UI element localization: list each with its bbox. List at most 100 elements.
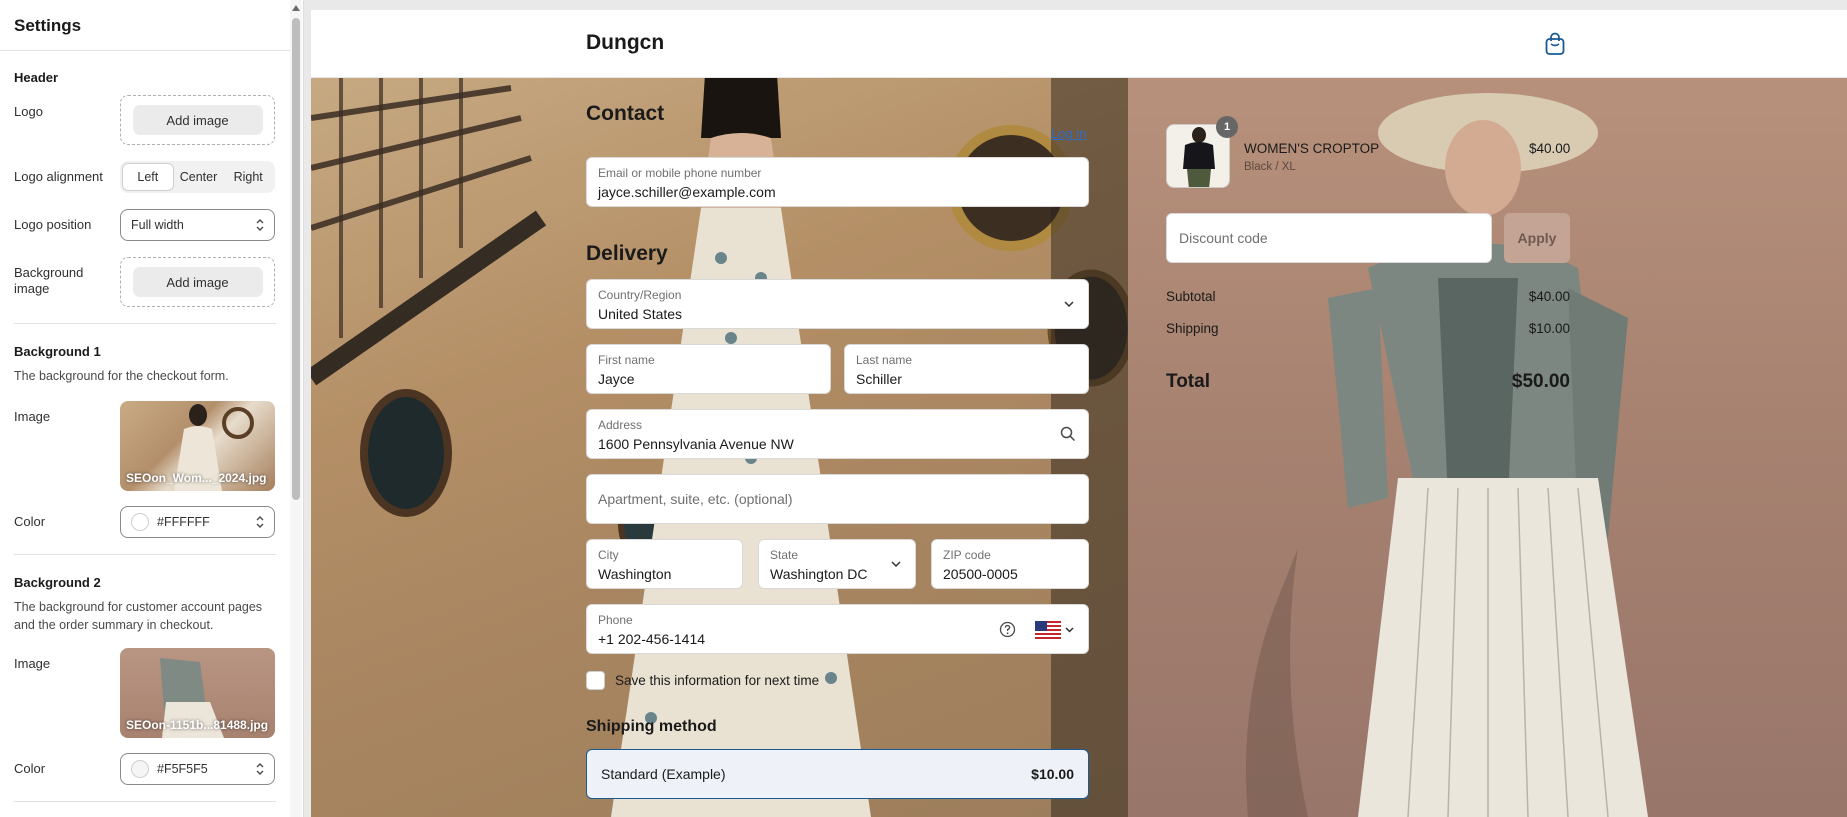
zip-label: ZIP code [943,548,991,562]
color-swatch [131,760,149,778]
divider [14,801,276,802]
last-name-field[interactable]: Last name Schiller [844,344,1089,394]
save-info-label[interactable]: Save this information for next time [615,673,819,688]
last-name-label: Last name [856,353,913,367]
alignment-left-option[interactable]: Left [122,163,174,191]
divider [0,50,290,51]
background-2-color-value: #F5F5F5 [157,762,208,776]
background-2-color-select[interactable]: #F5F5F5 [120,753,275,785]
shipping-method-heading: Shipping method [586,718,717,735]
product-variant: Black / XL [1244,161,1296,173]
background-1-color-select[interactable]: #FFFFFF [120,506,275,538]
discount-code-input[interactable]: Discount code [1166,213,1492,263]
preview-top-strip [304,0,1847,10]
background-2-color-label: Color [14,761,46,776]
divider [14,323,276,324]
color-swatch [131,513,149,531]
order-summary-background-image [1128,78,1847,817]
help-circle-icon[interactable] [999,621,1016,638]
state-select[interactable]: State Washington DC [758,539,916,589]
logo-alignment-segmented-control: Left Center Right [120,161,275,193]
chevron-down-icon [1064,301,1074,308]
logo-add-image-button[interactable]: Add image [132,105,263,135]
first-name-field[interactable]: First name Jayce [586,344,831,394]
product-price: $40.00 [1529,141,1571,156]
background-2-description: The background for customer account page… [14,600,263,632]
background-1-image-caption: SEOon_Wom..._2024.jpg [126,471,267,485]
subtotal-value: $40.00 [1528,289,1570,304]
logo-dropzone[interactable]: Add image [120,95,275,145]
logo-position-label: Logo position [14,217,92,232]
city-field[interactable]: City Washington [586,539,743,589]
background-1-title: Background 1 [14,344,101,359]
last-name-value: Schiller [856,371,902,387]
country-value: United States [598,306,683,322]
subtotal-label: Subtotal [1166,289,1216,304]
email-field[interactable]: Email or mobile phone number jayce.schil… [586,157,1089,207]
apartment-field[interactable]: Apartment, suite, etc. (optional) [586,474,1089,524]
us-flag-country-picker-icon[interactable] [1035,621,1075,639]
email-value: jayce.schiller@example.com [598,184,776,200]
logo-alignment-label: Logo alignment [14,169,103,184]
address-field[interactable]: Address 1600 Pennsylvania Avenue NW [586,409,1089,459]
checkout-preview: Dungcn Contact Log in Email or mobile ph… [311,10,1847,817]
login-link[interactable]: Log in [1051,126,1086,141]
header-section-title: Header [14,70,59,85]
sidebar-scrollbar[interactable] [290,0,302,817]
email-label: Email or mobile phone number [598,166,762,180]
city-value: Washington [598,566,672,582]
store-name[interactable]: Dungcn [586,31,664,55]
apartment-placeholder: Apartment, suite, etc. (optional) [598,491,793,507]
settings-title: Settings [14,16,82,35]
select-arrows-icon [256,763,264,775]
shipping-option-standard[interactable]: Standard (Example) $10.00 [586,749,1089,799]
product-name: WOMEN'S CROPTOP [1244,141,1380,156]
background-1-color-label: Color [14,514,46,529]
background-1-description: The background for the checkout form. [14,369,229,383]
background-2-image-caption: SEOon-1151b...81488.jpg [126,718,269,732]
model-photo-icon [1246,93,1648,817]
quantity-badge: 1 [1216,116,1238,138]
zip-field[interactable]: ZIP code 20500-0005 [931,539,1089,589]
country-label: Country/Region [598,288,682,302]
address-label: Address [598,418,643,432]
background-2-image-thumbnail[interactable]: SEOon-1151b...81488.jpg [120,648,275,738]
background-2-image-label: Image [14,656,51,671]
country-select[interactable]: Country/Region United States [586,279,1089,329]
state-value: Washington DC [770,566,868,582]
shipping-value: $10.00 [1528,321,1570,336]
scroll-up-icon[interactable] [292,5,300,11]
delivery-heading: Delivery [586,242,668,265]
apply-discount-button[interactable]: Apply [1504,213,1570,263]
background-add-image-button[interactable]: Add image [132,267,263,297]
total-label: Total [1166,371,1210,392]
phone-value: +1 202-456-1414 [598,631,706,647]
background-1-image-thumbnail[interactable]: SEOon_Wom..._2024.jpg [120,401,275,491]
shipping-option-price: $10.00 [1031,766,1074,782]
settings-sidebar: Settings Header Logo Add image Logo alig… [0,0,304,817]
address-value: 1600 Pennsylvania Avenue NW [598,436,794,452]
background-1-color-value: #FFFFFF [157,515,210,529]
select-arrows-icon [256,516,264,528]
alignment-right-option[interactable]: Right [223,163,273,191]
search-icon[interactable] [1060,426,1076,442]
logo-label: Logo [14,104,43,119]
select-arrows-icon [256,219,264,231]
phone-label: Phone [598,613,633,627]
logo-position-select[interactable]: Full width [120,209,275,241]
save-info-checkbox[interactable] [586,671,605,690]
discount-code-placeholder: Discount code [1179,230,1268,246]
state-label: State [770,548,799,562]
shopping-bag-icon[interactable] [1544,32,1566,56]
scrollbar-thumb[interactable] [292,18,300,500]
first-name-value: Jayce [598,371,635,387]
first-name-label: First name [598,353,655,367]
phone-field[interactable]: Phone +1 202-456-1414 [586,604,1089,654]
background-image-dropzone[interactable]: Add image [120,257,275,307]
shipping-option-name: Standard (Example) [601,766,726,782]
store-header: Dungcn [311,10,1847,78]
alignment-center-option[interactable]: Center [174,163,224,191]
zip-value: 20500-0005 [943,566,1018,582]
city-label: City [598,548,619,562]
app-window: Settings Header Logo Add image Logo alig… [0,0,1847,817]
